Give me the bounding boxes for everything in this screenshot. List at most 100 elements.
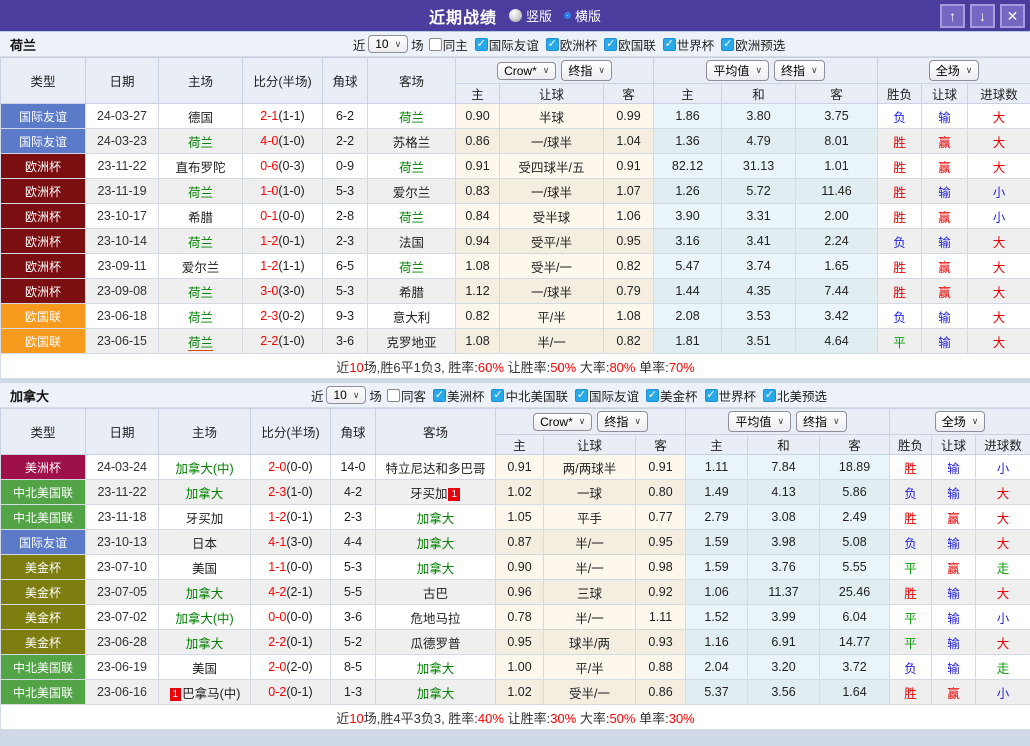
avg-away: 5.86 [819,479,891,505]
score: 1-0(1-0) [242,178,323,204]
league-filter-checkbox[interactable]: ✓ 欧洲杯 [545,35,598,54]
result-winloss-value: 负 [904,536,917,551]
summary-segment: 70% [668,359,695,375]
average-select[interactable]: 平均值 ∨ [728,411,792,432]
full-time-score: 2-2 [268,635,287,649]
summary-segment: 近 [336,359,350,375]
match-row: 欧洲杯 23-09-08 荷兰 3-0(3-0) 5-3 希腊 1.12 一/球半 0.79 1.… [0,278,1030,304]
away-team: 瓜德罗普 [375,629,496,655]
away-team-name: 加拿大 [416,511,455,526]
half-time-score: (2-0) [286,660,313,674]
league-filter-checkbox[interactable]: ✓ 中北美国联 [491,386,568,405]
score: 1-2(0-1) [242,228,323,254]
league-filter-checkbox[interactable]: ✓ 欧洲预选 [721,35,785,54]
average-select[interactable]: 平均值 ∨ [706,60,770,81]
sub-column-header: 和 [747,434,821,455]
summary-segment: 10 [349,359,364,375]
away-team: 加拿大 [375,654,496,680]
full-time-score: 4-0 [260,134,279,148]
result-goals-value: 小 [992,185,1006,200]
result-winloss: 胜 [889,504,933,530]
league-filter-checkbox-label: 欧洲杯 [559,38,598,53]
home-team: 加拿大 [158,629,251,655]
scroll-down-button[interactable]: ↓ [970,4,995,28]
avg-home: 1.59 [685,529,749,555]
corner-score: 9-3 [322,303,368,329]
half-time-score: (1-0) [278,184,305,198]
sub-column-header: 胜负 [889,434,933,455]
odds-company-select[interactable]: Crow* ∨ [533,412,593,431]
result-handicap-value: 输 [938,335,951,350]
league-filter-checkbox[interactable]: ✓ 世界杯 [704,386,756,405]
league-filter-checkbox[interactable]: ✓ 美洲杯 [432,386,484,405]
match-row: 欧国联 23-06-18 荷兰 2-3(0-2) 9-3 意大利 0.82 平/半 1.08 2.… [0,303,1030,329]
league-filter-checkbox[interactable]: ✓ 美金杯 [646,386,698,405]
odds-home: 1.00 [495,654,544,680]
half-time-score: (1-0) [286,485,313,499]
scope-select[interactable]: 全场 ∨ [934,411,986,432]
away-team-name: 荷兰 [398,210,424,225]
scope-select[interactable]: 全场 ∨ [928,60,980,81]
league-filter-checkbox[interactable]: ✓ 北美预选 [763,386,827,405]
match-row: 欧洲杯 23-11-19 荷兰 1-0(1-0) 5-3 爱尔兰 0.83 一/球半 1.07 1… [0,178,1030,204]
result-goals-value: 大 [996,486,1010,501]
corner-score: 1-3 [330,679,376,705]
match-count-select[interactable]: 10 ∨ [326,386,367,404]
header-row: 类型 日期 主场 比分(半场) 角球 客场 Crow* ∨ 终指 ∨ 平均值 ∨ 终指 ∨ 全场 ∨ [0,57,1030,104]
scroll-up-button[interactable]: ↑ [940,4,965,28]
match-date: 23-11-19 [85,178,159,204]
home-team: 荷兰 [158,328,243,354]
full-time-score: 0-1 [260,209,279,223]
header-group: 全场 ∨ [877,57,1030,84]
match-row: 欧洲杯 23-11-22 直布罗陀 0-6(0-3) 0-9 荷兰 0.91 受四球半/五 0.… [0,153,1030,179]
handicap: 平手 [543,504,636,530]
same-venue-checkbox[interactable]: 同客 [386,386,426,405]
league-badge: 中北美国联 [0,679,86,705]
result-goals-value: 小 [996,461,1010,476]
corner-score: 5-3 [330,554,376,580]
result-goals-value: 大 [996,586,1010,601]
away-team: 苏格兰 [367,128,456,154]
half-time-score: (0-1) [286,685,313,699]
corner-score: 3-6 [330,604,376,630]
summary-segment: 50% [609,710,636,726]
result-winloss-value: 胜 [893,135,906,150]
close-button[interactable]: ✕ [1000,4,1025,28]
result-handicap-value: 输 [947,611,960,626]
away-team-name: 危地马拉 [410,611,461,626]
league-badge: 美金杯 [0,579,86,605]
sub-column-header: 客 [602,83,655,104]
match-date: 23-11-22 [85,479,159,505]
average-stage-select[interactable]: 终指 ∨ [796,411,847,432]
league-filter-checkbox[interactable]: ✓ 国际友谊 [574,386,639,405]
summary-segment: 场,胜4平3负3, 胜率: [363,710,478,726]
avg-away: 2.24 [795,228,879,254]
result-handicap-value: 输 [947,636,960,651]
result-winloss: 胜 [877,153,923,179]
match-count-select[interactable]: 10 ∨ [368,35,409,53]
odds-stage-select[interactable]: 终指 ∨ [561,60,612,81]
result-goals: 大 [967,303,1030,329]
away-team-name: 牙买加 [409,486,448,501]
score: 0-0(0-0) [250,604,331,630]
odds-away: 0.95 [634,529,687,555]
result-handicap-value: 输 [938,185,951,200]
same-venue-checkbox[interactable]: 同主 [428,35,468,54]
radio-horizontal-layout[interactable]: 横版 [564,6,601,25]
league-filter-checkbox[interactable]: ✓ 国际友谊 [474,35,539,54]
score: 2-0(0-0) [250,454,331,480]
average-stage-select[interactable]: 终指 ∨ [774,60,825,81]
odds-company-select[interactable]: Crow* ∨ [497,61,557,80]
odds-away: 0.77 [634,504,687,530]
handicap: 平/半 [499,303,604,329]
result-winloss-value: 平 [904,636,917,651]
full-time-score: 1-2 [260,234,279,248]
handicap: 受半/一 [499,253,604,279]
league-filter-checkbox[interactable]: ✓ 世界杯 [662,35,714,54]
avg-home: 1.81 [653,328,723,354]
odds-stage-select[interactable]: 终指 ∨ [597,411,648,432]
league-filter-checkbox[interactable]: ✓ 欧国联 [604,35,656,54]
radio-vertical-layout[interactable]: 竖版 [508,6,552,25]
home-team: 美国 [158,554,251,580]
odds-away: 0.80 [634,479,687,505]
